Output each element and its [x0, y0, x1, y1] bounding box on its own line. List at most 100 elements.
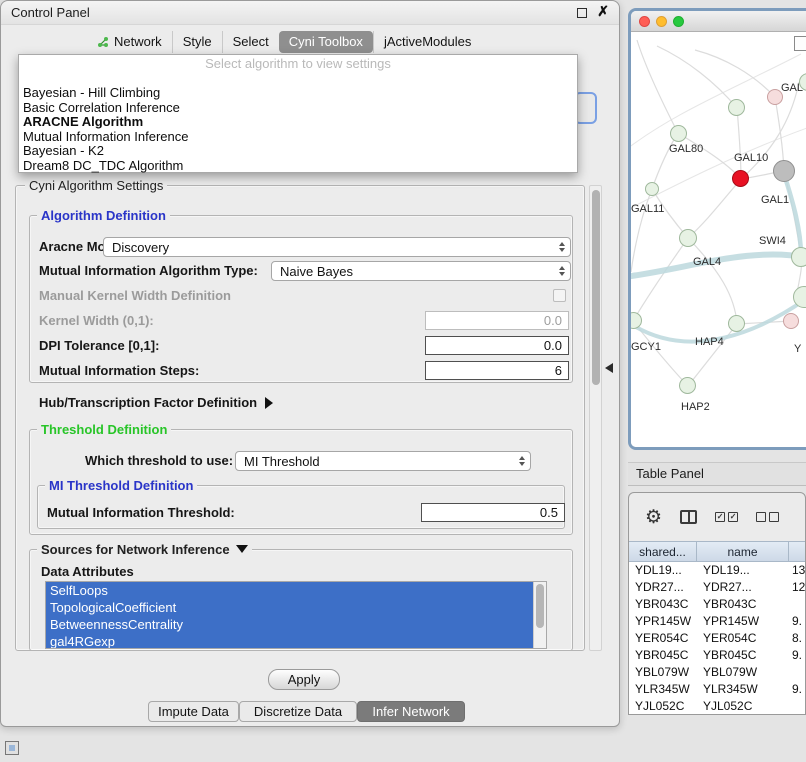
threshold-definition-title: Threshold Definition	[37, 422, 171, 437]
column-header[interactable]: shared...	[629, 541, 697, 562]
mi-type-select[interactable]: Naive Bayes	[271, 261, 571, 281]
table-row[interactable]: YBL079WYBL079W	[629, 664, 805, 681]
table-row[interactable]: YDL19...YDL19...13	[629, 562, 805, 579]
cell: YLR345W	[703, 681, 787, 698]
dropdown-item-selected[interactable]: ARACNE Algorithm	[19, 115, 577, 130]
table-toolbar: ⚙ ✓ ✓	[629, 499, 805, 535]
combo-arrows-icon	[559, 266, 565, 276]
tab-style[interactable]: Style	[172, 31, 222, 53]
sources-toggle[interactable]: Sources for Network Inference	[37, 542, 252, 557]
settings-scrollbar-thumb[interactable]	[592, 190, 600, 385]
network-node-label: GAL11	[631, 203, 664, 215]
cell: 12	[792, 579, 806, 596]
dropdown-item[interactable]: Bayesian - K2	[19, 144, 577, 159]
cell: YDR27...	[703, 579, 787, 596]
close-traffic-light[interactable]	[639, 16, 650, 27]
tab-cyni-toolbox[interactable]: Cyni Toolbox	[279, 31, 373, 53]
dropdown-list: Bayesian - Hill Climbing Basic Correlati…	[19, 86, 577, 173]
list-item[interactable]: SelfLoops	[46, 582, 533, 599]
which-threshold-select[interactable]: MI Threshold	[235, 451, 531, 471]
table-row[interactable]: YBR045CYBR045C9.	[629, 647, 805, 664]
gear-icon[interactable]: ⚙	[645, 508, 662, 527]
apply-button[interactable]: Apply	[268, 669, 340, 690]
deselect-all-icon[interactable]	[756, 512, 779, 522]
list-scrollbar-thumb[interactable]	[536, 584, 544, 628]
network-canvas[interactable]: GAL80 GAL11 GAL10 GAL1 SWI4 GAL4 GCY1 HA…	[631, 32, 806, 447]
network-node[interactable]	[728, 99, 745, 116]
network-node-label: HAP2	[681, 401, 710, 413]
which-threshold-label: Which threshold to use:	[85, 453, 233, 468]
tab-discretize-data[interactable]: Discretize Data	[239, 701, 357, 722]
birdseye-box[interactable]	[794, 36, 806, 51]
network-node[interactable]	[773, 160, 795, 182]
tab-impute-data[interactable]: Impute Data	[148, 701, 239, 722]
mi-threshold-field[interactable]: 0.5	[421, 503, 565, 522]
network-node[interactable]	[728, 315, 745, 332]
column-selector-icon[interactable]	[680, 510, 697, 524]
network-node-label: GAL	[781, 82, 803, 94]
table-body: YDL19...YDL19...13 YDR27... YDR27... 12 YB…	[629, 562, 805, 715]
sources-title: Sources for Network Inference	[41, 542, 230, 557]
panel-collapse-arrow-icon[interactable]	[605, 363, 613, 373]
table-panel-window: ⚙ ✓ ✓ shared... name YDL19...YDL19...13 …	[628, 492, 806, 715]
tab-network[interactable]: Network	[87, 31, 172, 53]
dropdown-item[interactable]: Mutual Information Inference	[19, 130, 577, 145]
cell: YER054C	[635, 630, 697, 647]
cell: YDR27...	[635, 579, 697, 596]
tab-select[interactable]: Select	[222, 31, 279, 53]
hub-section-toggle[interactable]: Hub/Transcription Factor Definition	[39, 395, 273, 410]
zoom-traffic-light[interactable]	[673, 16, 684, 27]
tab-label: Cyni Toolbox	[289, 33, 363, 51]
hub-section-label: Hub/Transcription Factor Definition	[39, 395, 257, 410]
aracne-mode-select[interactable]: Discovery	[103, 237, 571, 257]
table-row[interactable]: YBR043CYBR043C	[629, 596, 805, 613]
tab-label: jActiveModules	[384, 33, 471, 51]
collapse-down-icon	[236, 545, 248, 553]
manual-kernel-label: Manual Kernel Width Definition	[39, 288, 231, 303]
checked-box-icon: ✓	[728, 512, 738, 522]
expand-right-icon	[265, 397, 273, 409]
table-row[interactable]: YPR145WYPR145W9.	[629, 613, 805, 630]
manual-kernel-checkbox	[553, 289, 566, 302]
column-header[interactable]: name	[697, 541, 789, 562]
network-node[interactable]	[783, 313, 799, 329]
float-window-icon[interactable]	[577, 8, 587, 18]
network-node[interactable]	[679, 229, 697, 247]
network-node[interactable]	[791, 247, 806, 267]
table-row[interactable]: YDR27... YDR27... 12	[629, 579, 805, 596]
control-panel-titlebar[interactable]: Control Panel ✗	[1, 1, 619, 25]
list-item[interactable]: gal4RGexp	[46, 633, 533, 649]
dropdown-item[interactable]: Dream8 DC_TDC Algorithm	[19, 159, 577, 174]
tab-infer-network[interactable]: Infer Network	[357, 701, 465, 722]
table-row[interactable]: YLR345WYLR345W9.	[629, 681, 805, 698]
mi-threshold-group-title: MI Threshold Definition	[45, 478, 197, 493]
table-panel-title: Table Panel	[636, 466, 704, 481]
table-row[interactable]: YJL052CYJL052C	[629, 698, 805, 715]
mi-steps-value: 6	[555, 363, 562, 378]
restore-panel-icon[interactable]	[5, 741, 19, 755]
network-node-selected[interactable]	[732, 170, 749, 187]
network-node[interactable]	[679, 377, 696, 394]
cell: YDL19...	[635, 562, 697, 579]
dropdown-item[interactable]: Bayesian - Hill Climbing	[19, 86, 577, 101]
network-node-label: SWI4	[759, 235, 786, 247]
column-header[interactable]	[789, 541, 806, 562]
select-all-icon[interactable]: ✓ ✓	[715, 512, 738, 522]
network-window-titlebar[interactable]	[631, 11, 806, 32]
table-row[interactable]: YER054CYER054C8.	[629, 630, 805, 647]
close-icon[interactable]: ✗	[597, 3, 609, 20]
minimize-traffic-light[interactable]	[656, 16, 667, 27]
list-item[interactable]: TopologicalCoefficient	[46, 599, 533, 616]
dpi-tolerance-field[interactable]: 0.0	[425, 336, 569, 355]
mi-steps-field[interactable]: 6	[425, 361, 569, 380]
cell: YBL079W	[635, 664, 697, 681]
dropdown-item[interactable]: Basic Correlation Inference	[19, 101, 577, 116]
list-scrollbar[interactable]	[533, 582, 546, 648]
kernel-width-label: Kernel Width (0,1):	[39, 313, 154, 328]
network-node-label: GAL80	[669, 143, 703, 155]
network-node[interactable]	[670, 125, 687, 142]
list-item[interactable]: BetweennessCentrality	[46, 616, 533, 633]
tab-jactivemodules[interactable]: jActiveModules	[373, 31, 481, 53]
cell: YJL052C	[635, 698, 697, 715]
network-node[interactable]	[645, 182, 659, 196]
